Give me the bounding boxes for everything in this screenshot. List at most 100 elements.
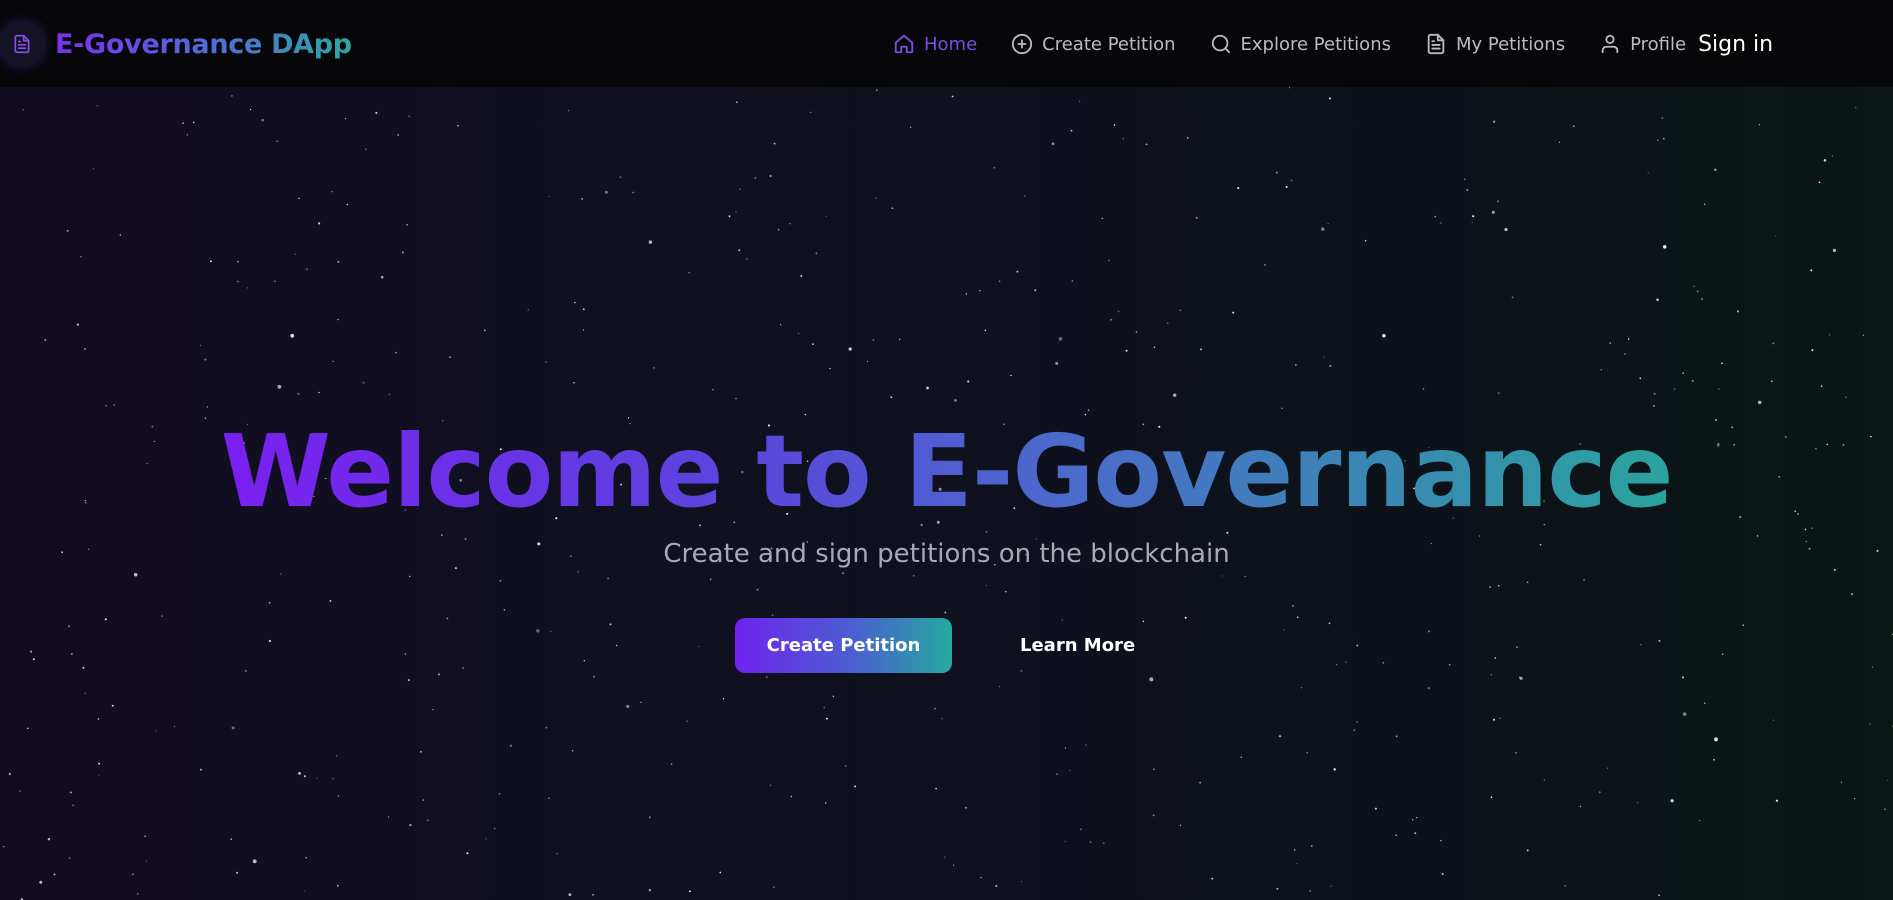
star bbox=[440, 534, 443, 536]
star bbox=[746, 258, 748, 260]
star bbox=[609, 623, 612, 626]
star bbox=[1829, 334, 1831, 336]
star bbox=[1647, 172, 1649, 174]
star bbox=[261, 118, 264, 122]
star bbox=[1416, 816, 1418, 819]
star bbox=[22, 108, 24, 111]
sign-in-button[interactable]: Sign in bbox=[1698, 32, 1773, 57]
star bbox=[607, 577, 609, 580]
star bbox=[1639, 377, 1642, 380]
star bbox=[97, 718, 100, 720]
star bbox=[173, 726, 175, 728]
star bbox=[290, 333, 295, 338]
star bbox=[438, 673, 440, 676]
star bbox=[1691, 380, 1694, 382]
star bbox=[1294, 364, 1297, 366]
star bbox=[1330, 885, 1332, 887]
star bbox=[875, 197, 877, 199]
app-page: E-Governance DApp Home Create Petition E… bbox=[0, 0, 1893, 900]
star bbox=[1472, 215, 1475, 218]
star bbox=[1237, 187, 1240, 190]
star bbox=[406, 224, 408, 226]
star bbox=[1756, 535, 1759, 537]
star bbox=[1573, 125, 1575, 127]
star bbox=[298, 772, 301, 775]
star bbox=[1820, 385, 1823, 388]
star bbox=[1831, 155, 1834, 157]
star bbox=[1010, 374, 1012, 377]
learn-more-button[interactable]: Learn More bbox=[1020, 635, 1135, 656]
star bbox=[722, 698, 725, 700]
star bbox=[1811, 527, 1813, 529]
star bbox=[1102, 842, 1105, 845]
search-icon bbox=[1210, 33, 1232, 55]
star bbox=[866, 360, 869, 363]
star bbox=[1662, 245, 1667, 249]
star bbox=[985, 530, 988, 533]
star bbox=[276, 140, 278, 142]
nav-item-home[interactable]: Home bbox=[893, 33, 977, 55]
star bbox=[728, 215, 731, 218]
star bbox=[1395, 834, 1397, 837]
star bbox=[829, 368, 831, 370]
star bbox=[1440, 839, 1442, 842]
star bbox=[1087, 409, 1090, 412]
star bbox=[252, 859, 257, 864]
star bbox=[105, 404, 107, 407]
star bbox=[337, 319, 339, 321]
star bbox=[615, 644, 618, 647]
star bbox=[941, 717, 943, 720]
star bbox=[985, 584, 987, 586]
nav-item-my-petitions[interactable]: My Petitions bbox=[1425, 33, 1565, 55]
star bbox=[688, 271, 691, 274]
star bbox=[1142, 620, 1145, 623]
star bbox=[1609, 342, 1611, 344]
star bbox=[1153, 346, 1156, 348]
create-petition-button[interactable]: Create Petition bbox=[735, 618, 952, 673]
star bbox=[335, 755, 338, 757]
star bbox=[1627, 338, 1630, 340]
nav-item-explore-petitions[interactable]: Explore Petitions bbox=[1210, 33, 1391, 55]
star bbox=[1221, 575, 1223, 577]
star bbox=[144, 835, 146, 837]
star bbox=[422, 799, 425, 801]
star bbox=[98, 775, 100, 777]
hero-actions: Create Petition Learn More bbox=[735, 618, 1135, 673]
brand[interactable]: E-Governance DApp bbox=[0, 23, 352, 65]
star bbox=[964, 806, 967, 809]
star bbox=[1149, 677, 1154, 682]
star bbox=[1079, 100, 1081, 102]
nav-label-profile: Profile bbox=[1630, 33, 1687, 55]
star bbox=[230, 94, 233, 97]
star bbox=[274, 280, 276, 283]
star bbox=[1071, 280, 1073, 282]
star bbox=[1699, 820, 1701, 822]
star bbox=[926, 386, 929, 390]
star bbox=[944, 856, 946, 858]
star bbox=[1463, 178, 1466, 181]
star bbox=[688, 890, 691, 893]
star bbox=[98, 762, 101, 765]
star bbox=[30, 650, 33, 653]
star bbox=[1543, 779, 1546, 781]
star bbox=[1840, 781, 1842, 783]
nav-item-profile[interactable]: Profile bbox=[1599, 33, 1686, 55]
star bbox=[1085, 744, 1087, 746]
star bbox=[1226, 531, 1229, 534]
star bbox=[845, 765, 847, 767]
star bbox=[756, 588, 759, 591]
star bbox=[571, 749, 574, 752]
star bbox=[509, 744, 512, 747]
star bbox=[1064, 747, 1067, 749]
star bbox=[815, 252, 818, 255]
star bbox=[1862, 334, 1865, 336]
star bbox=[735, 398, 737, 400]
star bbox=[583, 308, 585, 310]
star bbox=[1775, 235, 1777, 237]
star bbox=[1558, 141, 1561, 143]
nav-item-create-petition[interactable]: Create Petition bbox=[1011, 33, 1176, 55]
star bbox=[527, 309, 529, 311]
star bbox=[1278, 735, 1282, 738]
star bbox=[573, 382, 575, 384]
star bbox=[780, 324, 782, 326]
